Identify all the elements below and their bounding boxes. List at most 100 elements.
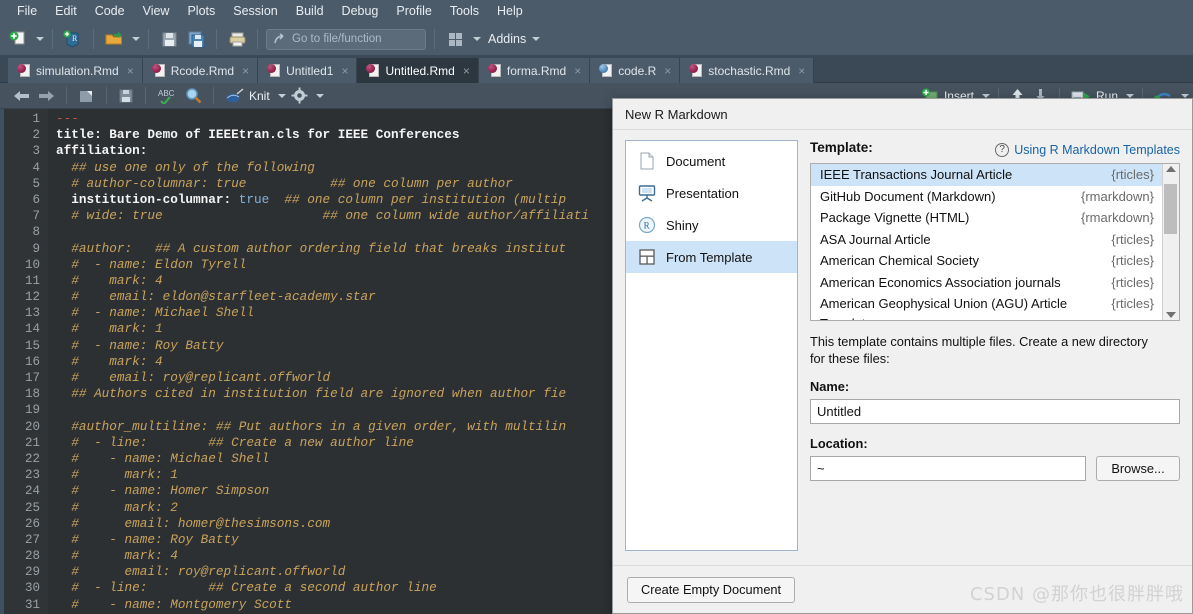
- save-all-button[interactable]: [184, 27, 208, 51]
- question-mark-icon[interactable]: ?: [995, 143, 1010, 157]
- editor-tab[interactable]: Untitled1 ×: [258, 58, 358, 83]
- open-file-caret-icon[interactable]: [132, 37, 140, 41]
- rmd-file-icon: [689, 63, 703, 78]
- line-number: 30: [24, 581, 40, 596]
- save-button[interactable]: [157, 27, 181, 51]
- close-icon[interactable]: ×: [242, 64, 249, 78]
- open-file-button[interactable]: [102, 27, 126, 51]
- toolbar-separator: [93, 29, 94, 49]
- template-help-group[interactable]: ? Using R Markdown Templates: [995, 143, 1180, 157]
- template-name: American Chemical Society: [820, 253, 979, 268]
- name-label: Name:: [810, 379, 850, 394]
- template-list-item[interactable]: IEEE Transactions Journal Article {rticle…: [811, 164, 1162, 186]
- menu-item-view[interactable]: View: [134, 1, 179, 22]
- editor-tab[interactable]: simulation.Rmd ×: [8, 58, 143, 83]
- dialog-nav-item-from-template[interactable]: From Template: [626, 241, 797, 273]
- scrollbar-thumb[interactable]: [1164, 184, 1177, 234]
- menu-item-build[interactable]: Build: [287, 1, 333, 22]
- editor-tab[interactable]: code.R ×: [590, 58, 681, 83]
- code-line-text: # mark: 1: [56, 467, 178, 483]
- template-package: {rmarkdown}: [1081, 210, 1154, 225]
- editor-settings-button[interactable]: [288, 85, 311, 107]
- line-number: 5: [32, 176, 40, 191]
- code-line-text: title: Bare Demo of IEEEtran.cls for IEE…: [56, 127, 460, 143]
- line-number: 20: [24, 419, 40, 434]
- shiny-r-icon: R: [638, 216, 656, 234]
- template-list[interactable]: IEEE Transactions Journal Article {rticle…: [810, 163, 1180, 321]
- spellcheck-button[interactable]: ABC: [154, 85, 180, 107]
- code-line-text: # email: eldon@starfleet-academy.star: [56, 289, 376, 305]
- dialog-nav-item-label: From Template: [666, 249, 753, 265]
- template-list-item[interactable]: ASA Journal Article {rticles}: [811, 229, 1162, 251]
- addins-caret-icon[interactable]: [532, 37, 541, 41]
- editor-tab-label: Rcode.Rmd: [170, 63, 235, 78]
- workspace-panes-caret-icon[interactable]: [473, 37, 481, 41]
- editor-tab[interactable]: Rcode.Rmd ×: [142, 58, 259, 83]
- editor-tab-bar: simulation.Rmd × Rcode.Rmd × Untitled1 × Untit…: [0, 56, 1193, 83]
- save-document-button[interactable]: [115, 85, 137, 107]
- code-line-text: # - name: Michael Shell: [56, 450, 270, 466]
- template-list-item[interactable]: American Economics Association journals {…: [811, 272, 1162, 294]
- knit-button[interactable]: Knit: [222, 85, 273, 107]
- menu-item-tools[interactable]: Tools: [441, 1, 488, 22]
- new-project-button[interactable]: R: [61, 27, 85, 51]
- scroll-up-arrow-icon[interactable]: [1166, 166, 1176, 172]
- line-number: 13: [24, 306, 40, 321]
- scroll-down-arrow-icon[interactable]: [1166, 312, 1176, 318]
- navigate-back-button[interactable]: [10, 85, 33, 107]
- template-list-item[interactable]: American Geophysical Union (AGU) Article…: [811, 293, 1162, 320]
- template-name: IEEE Transactions Journal Article: [820, 167, 1013, 182]
- goto-file-function-input[interactable]: Go to file/function: [266, 28, 426, 50]
- menu-item-file[interactable]: File: [8, 1, 46, 22]
- addins-button-label[interactable]: Addins: [488, 32, 526, 46]
- using-r-markdown-templates-link[interactable]: Using R Markdown Templates: [1014, 143, 1180, 157]
- name-input[interactable]: Untitled: [810, 399, 1180, 424]
- close-icon[interactable]: ×: [664, 64, 671, 78]
- dialog-nav-item-presentation[interactable]: Presentation: [626, 177, 797, 209]
- code-line-text: # - line: ## Create a new author line: [56, 434, 414, 450]
- line-number: 29: [24, 565, 40, 580]
- knit-caret-icon[interactable]: [277, 93, 286, 98]
- dialog-nav-item-document[interactable]: Document: [626, 145, 797, 177]
- new-file-caret-icon[interactable]: [36, 37, 44, 41]
- location-input[interactable]: ~: [810, 456, 1086, 481]
- code-line-text: # - name: Roy Batty: [56, 337, 224, 353]
- print-button[interactable]: [225, 27, 249, 51]
- code-line-text: # - name: Michael Shell: [56, 305, 254, 321]
- menu-item-session[interactable]: Session: [224, 1, 286, 22]
- menu-item-profile[interactable]: Profile: [387, 1, 440, 22]
- editor-tab[interactable]: forma.Rmd ×: [478, 58, 591, 83]
- dialog-nav-item-label: Presentation: [666, 185, 739, 201]
- menu-item-debug[interactable]: Debug: [333, 1, 388, 22]
- editor-settings-caret-icon[interactable]: [315, 93, 324, 98]
- find-replace-button[interactable]: [182, 85, 205, 107]
- menu-item-plots[interactable]: Plots: [178, 1, 224, 22]
- menu-item-edit[interactable]: Edit: [46, 1, 86, 22]
- template-list-item[interactable]: American Chemical Society {rticles}: [811, 250, 1162, 272]
- line-number-gutter: 1 2 3 4 5 6 7 8 9 10 11 12 13 14 15 16 17 18 19 20 21 22 23 24 2…: [4, 109, 48, 614]
- editor-tab-label: forma.Rmd: [506, 63, 567, 78]
- create-empty-document-button[interactable]: Create Empty Document: [627, 576, 796, 603]
- template-list-item[interactable]: Package Vignette (HTML) {rmarkdown}: [811, 207, 1162, 229]
- browse-button[interactable]: Browse...: [1096, 456, 1180, 481]
- show-in-new-window-button[interactable]: [75, 85, 98, 107]
- navigate-forward-button[interactable]: [35, 85, 58, 107]
- close-icon[interactable]: ×: [463, 64, 470, 78]
- menu-item-help[interactable]: Help: [488, 1, 532, 22]
- editor-tab[interactable]: stochastic.Rmd ×: [680, 58, 815, 83]
- close-icon[interactable]: ×: [574, 64, 581, 78]
- code-line-text: # - line: ## Create a second author line: [56, 580, 437, 596]
- dialog-nav-item-shiny[interactable]: R Shiny: [626, 209, 797, 241]
- new-file-button[interactable]: [6, 27, 30, 51]
- rstudio-window: File Edit Code View Plots Session Build …: [0, 0, 1193, 614]
- code-line-text: # wide: true ## one column wide author/a…: [56, 208, 589, 224]
- close-icon[interactable]: ×: [127, 64, 134, 78]
- menu-item-code[interactable]: Code: [86, 1, 134, 22]
- editor-tab[interactable]: Untitled.Rmd ×: [357, 58, 479, 83]
- close-icon[interactable]: ×: [798, 64, 805, 78]
- dialog-nav-item-label: Document: [666, 153, 726, 169]
- workspace-panes-button[interactable]: [443, 27, 467, 51]
- name-field-row: Untitled: [810, 399, 1180, 424]
- template-list-item[interactable]: GitHub Document (Markdown) {rmarkdown}: [811, 186, 1162, 208]
- close-icon[interactable]: ×: [341, 64, 348, 78]
